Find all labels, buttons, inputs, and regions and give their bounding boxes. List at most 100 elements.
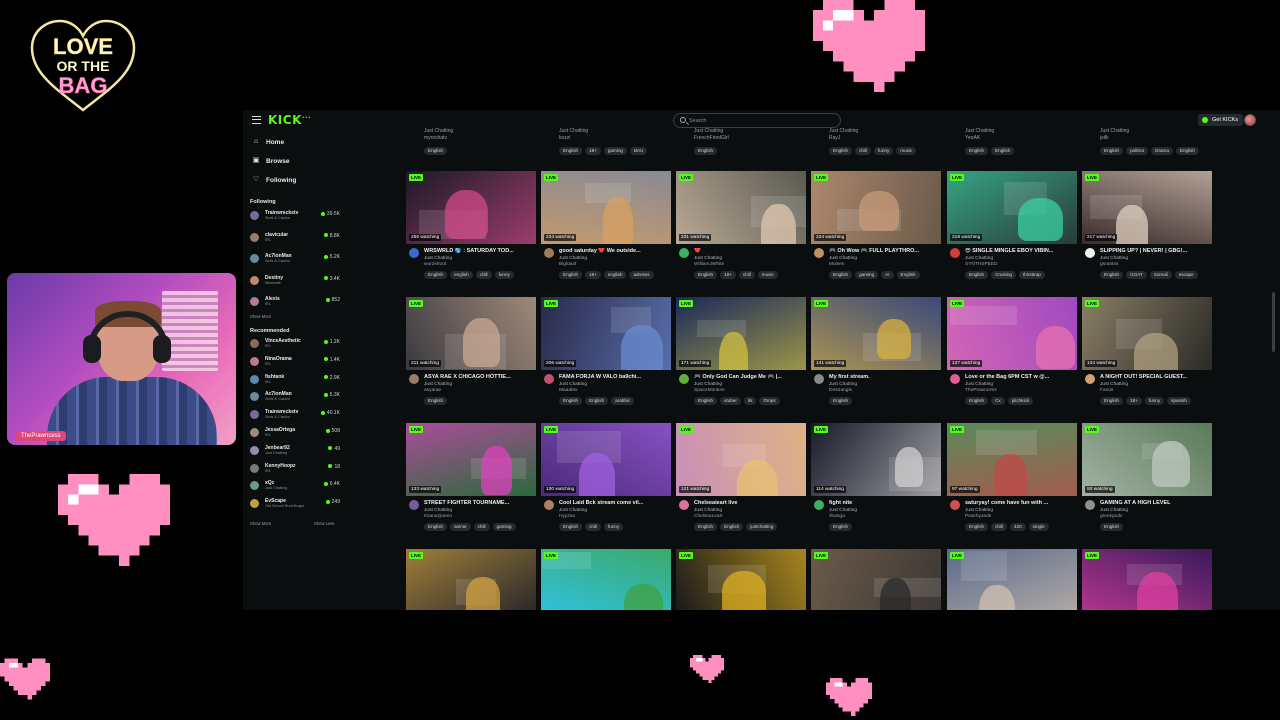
streamer-name[interactable]: greekgodx: [1100, 514, 1122, 519]
stream-tag[interactable]: gaming: [603, 147, 627, 155]
stream-thumbnail[interactable]: LIVE: [947, 549, 1077, 610]
stream-tag[interactable]: English: [559, 397, 583, 405]
stream-tag[interactable]: music: [757, 271, 778, 279]
stream-category[interactable]: Just Chatting: [694, 382, 722, 387]
stream-tag[interactable]: 18+: [720, 271, 736, 279]
stream-title[interactable]: 🎮 Only God Can Judge Me 🎮 |...: [694, 374, 806, 380]
streamer-name[interactable]: Bigloaaf: [559, 262, 576, 267]
stream-category[interactable]: Just Chatting: [559, 508, 587, 513]
stream-tag[interactable]: 18+: [1126, 397, 1142, 405]
sidebar-channel-row[interactable]: xQc Just Chatting 6.4K: [250, 480, 340, 492]
stream-tag[interactable]: politics: [1126, 147, 1149, 155]
stream-card[interactable]: LIVE 97 watching saturyay! come have fun w…: [947, 423, 1077, 543]
stream-title[interactable]: ❤️: [694, 248, 806, 254]
stream-thumbnail[interactable]: LIVE 218 watching: [947, 171, 1077, 244]
stream-title[interactable]: saturyay! come have fun with ...: [965, 500, 1077, 506]
stream-tag[interactable]: Drops: [759, 397, 780, 405]
streamer-name[interactable]: SpaceMonkee: [694, 388, 725, 393]
stream-thumbnail[interactable]: LIVE 93 watching: [1082, 423, 1212, 496]
stream-card[interactable]: LIVE 231 watching ❤️ Just Chatting WilliamJW…: [676, 171, 806, 291]
channel-avatar[interactable]: [1085, 374, 1095, 384]
sidebar-channel-row[interactable]: fishtank IRL 2.9K: [250, 374, 340, 386]
stream-tag[interactable]: single: [1028, 523, 1049, 531]
stream-tag[interactable]: its: [743, 397, 757, 405]
streamer-name[interactable]: Destrangis: [829, 388, 852, 393]
sidebar-item-browse[interactable]: ▣ Browse: [252, 155, 290, 167]
stream-category[interactable]: Just Chatting: [424, 256, 452, 261]
channel-avatar[interactable]: [679, 374, 689, 384]
sidebar-channel-row[interactable]: KennyHoopz IRL 18: [250, 463, 340, 475]
stream-category[interactable]: Just Chatting: [694, 256, 722, 261]
streamer-name[interactable]: PeachyJade: [965, 514, 991, 519]
stream-card-partial[interactable]: LIVE: [541, 549, 671, 610]
stream-card[interactable]: LIVE 171 watching 🎮 Only God Can Judge Me …: [676, 297, 806, 417]
sidebar-channel-row[interactable]: EvScape Old School RuneScape 249: [250, 498, 340, 510]
stream-tag[interactable]: English: [991, 147, 1015, 155]
sidebar-channel-row[interactable]: clavicular IRL 8.8K: [250, 232, 340, 244]
stream-thumbnail[interactable]: LIVE 114 watching: [811, 423, 941, 496]
streamer-name[interactable]: Moises: [829, 262, 844, 267]
stream-tag[interactable]: anime: [450, 523, 471, 531]
stream-card-partial[interactable]: Just Chatting myreshatv English: [424, 128, 554, 168]
stream-tag[interactable]: 420: [1010, 523, 1026, 531]
streamer-name[interactable]: HyyJoe: [559, 514, 575, 519]
sidebar-channel-row[interactable]: Ac7ionMan Slots & Casino 5.3K: [250, 391, 340, 403]
stream-tag[interactable]: English: [424, 271, 448, 279]
stream-card-partial[interactable]: Just Chatting kozzi English 18+ gaming BAU: [559, 128, 689, 168]
stream-tag[interactable]: chill: [738, 271, 755, 279]
stream-tag[interactable]: English: [896, 271, 920, 279]
stream-card-partial[interactable]: Just Chatting FrenchFriedGirl English: [694, 128, 824, 168]
streamer-name[interactable]: WilliamJWhite: [694, 262, 724, 267]
streamer-name[interactable]: wurzelroot: [424, 262, 446, 267]
stream-title[interactable]: A NIGHT OUT! SPECIAL GUEST...: [1100, 374, 1212, 380]
channel-avatar[interactable]: [814, 248, 824, 258]
stream-tag[interactable]: English: [424, 523, 448, 531]
channel-avatar[interactable]: [950, 374, 960, 384]
stream-thumbnail[interactable]: LIVE 256 watching: [406, 171, 536, 244]
stream-title[interactable]: My first stream.: [829, 374, 941, 380]
channel-avatar[interactable]: [950, 500, 960, 510]
stream-thumbnail[interactable]: LIVE 134 watching: [1082, 297, 1212, 370]
channel-avatar[interactable]: [679, 500, 689, 510]
stream-tag[interactable]: escape: [1174, 271, 1198, 279]
stream-category[interactable]: Just Chatting: [965, 508, 993, 513]
stream-tag[interactable]: English: [720, 523, 744, 531]
search-input[interactable]: [689, 115, 829, 126]
stream-title[interactable]: WRSWRLD 🌎 : SATURDAY TOD...: [424, 248, 536, 254]
stream-card-partial[interactable]: LIVE: [406, 549, 536, 610]
sidebar-channel-row[interactable]: VinceAesthetic IRL 1.2K: [250, 338, 340, 350]
channel-avatar[interactable]: [544, 500, 554, 510]
stream-tag[interactable]: English: [424, 397, 448, 405]
streamer-name[interactable]: ThePrawncess: [965, 388, 997, 393]
stream-tag[interactable]: English: [829, 147, 853, 155]
channel-avatar[interactable]: [409, 500, 419, 510]
stream-tag[interactable]: thirsttrap: [1018, 271, 1045, 279]
stream-category[interactable]: Just Chatting: [829, 256, 857, 261]
stream-thumbnail[interactable]: LIVE 231 watching: [676, 171, 806, 244]
stream-tag[interactable]: spanish: [1167, 397, 1191, 405]
stream-category[interactable]: Just Chatting: [424, 382, 452, 387]
menu-icon[interactable]: [252, 116, 261, 124]
stream-tag[interactable]: chill: [991, 523, 1007, 531]
streamer-name[interactable]: asyarae: [424, 388, 441, 393]
stream-card[interactable]: LIVE 234 watching good saturday ❤️ We outs…: [541, 171, 671, 291]
stream-tag[interactable]: adresss: [629, 271, 654, 279]
stream-card-partial[interactable]: Just Chatting jstlk English politics Drama En…: [1100, 128, 1230, 168]
stream-tag[interactable]: English: [965, 523, 989, 531]
stream-card[interactable]: LIVE 137 watching Love or the Bag 6PM CST …: [947, 297, 1077, 417]
stream-thumbnail[interactable]: LIVE: [406, 549, 536, 610]
show-more-following[interactable]: Show More: [250, 314, 271, 319]
stream-thumbnail[interactable]: LIVE: [811, 549, 941, 610]
user-avatar[interactable]: [1244, 114, 1256, 126]
stream-tag[interactable]: gaming: [855, 271, 879, 279]
stream-thumbnail[interactable]: LIVE: [541, 549, 671, 610]
streamer-name[interactable]: gsrantos: [1100, 262, 1118, 267]
stream-title[interactable]: Love or the Bag 6PM CST w @...: [965, 374, 1077, 380]
stream-tag[interactable]: English: [424, 147, 448, 155]
stream-tag[interactable]: chill: [585, 523, 601, 531]
stream-card[interactable]: LIVE 224 watching 🎮 Oh Wow 🎮 FULL PLAYTHRO…: [811, 171, 941, 291]
stream-title[interactable]: 😎 SINGLE MINGLE EBOY VIBIN...: [965, 248, 1077, 254]
scrollbar[interactable]: [1272, 292, 1275, 352]
stream-category[interactable]: Just Chatting: [559, 256, 587, 261]
stream-tag[interactable]: English: [694, 397, 718, 405]
